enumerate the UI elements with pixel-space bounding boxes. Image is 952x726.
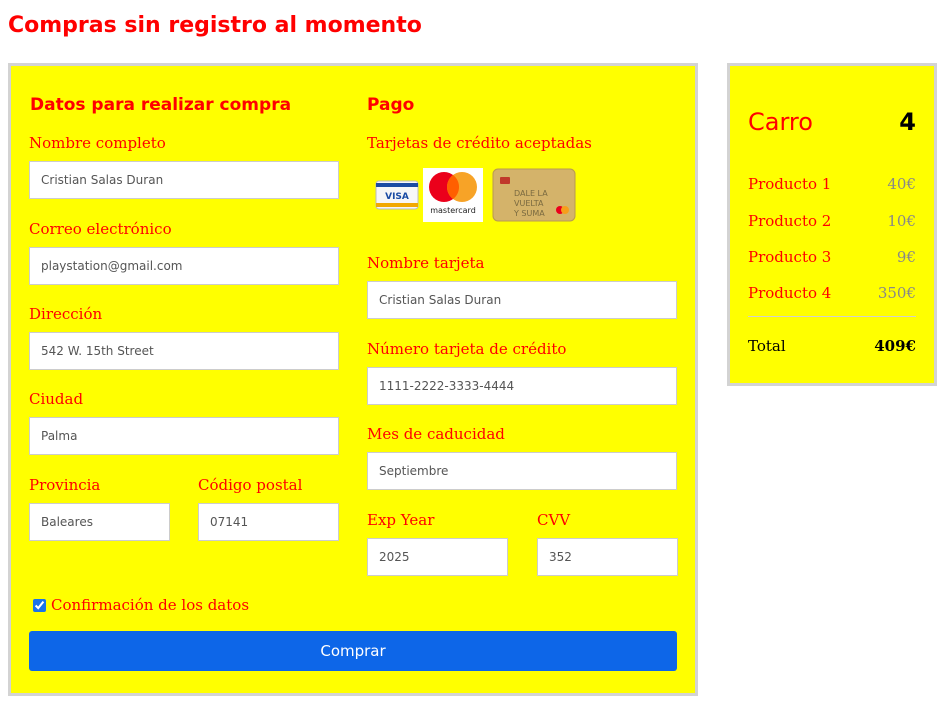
- zip-field[interactable]: [198, 503, 339, 541]
- cart-title: Carro: [748, 108, 813, 136]
- cart-item-name[interactable]: Producto 2: [748, 212, 831, 230]
- cart-item-name[interactable]: Producto 1: [748, 175, 831, 193]
- card-number-label: Número tarjeta de crédito: [367, 340, 567, 358]
- city-label: Ciudad: [29, 390, 84, 408]
- cvv-label: CVV: [537, 511, 571, 529]
- email-label: Correo electrónico: [29, 220, 172, 238]
- exp-year-label: Exp Year: [367, 511, 435, 529]
- cart-total-value: 409€: [874, 337, 916, 355]
- visa-text: VISA: [385, 192, 409, 202]
- cart-item-price: 350€: [877, 284, 916, 302]
- province-field[interactable]: [29, 503, 170, 541]
- cart-panel: Carro 4 Producto 1 40€ Producto 2 10€ Pr…: [727, 63, 937, 386]
- card-name-field[interactable]: [367, 281, 677, 319]
- cart-item-price: 40€: [887, 175, 916, 193]
- card-name-label: Nombre tarjeta: [367, 254, 485, 272]
- exp-year-field[interactable]: [367, 538, 508, 576]
- cart-item-name[interactable]: Producto 3: [748, 248, 831, 266]
- gold-card-icon: DALE LA VUELTA Y SUMA: [492, 168, 576, 222]
- confirm-checkbox[interactable]: [33, 599, 46, 612]
- cvv-field[interactable]: [537, 538, 678, 576]
- cart-count-badge: 4: [899, 108, 916, 136]
- checkout-form-panel: Datos para realizar compra Pago Nombre c…: [8, 63, 698, 696]
- mastercard-card-icon: mastercard: [423, 168, 483, 222]
- province-label: Provincia: [29, 476, 101, 494]
- accepted-cards-label: Tarjetas de crédito aceptadas: [367, 134, 592, 152]
- svg-text:VUELTA: VUELTA: [514, 199, 544, 208]
- zip-label: Código postal: [198, 476, 303, 494]
- cart-item-name[interactable]: Producto 4: [748, 284, 831, 302]
- full-name-field[interactable]: [29, 161, 339, 199]
- billing-heading: Datos para realizar compra: [30, 95, 292, 115]
- cart-item-price: 9€: [896, 248, 916, 266]
- cart-total-label: Total: [748, 337, 786, 355]
- city-field[interactable]: [29, 417, 339, 455]
- exp-month-field[interactable]: [367, 452, 677, 490]
- page-title: Compras sin registro al momento: [8, 13, 422, 38]
- payment-heading: Pago: [367, 95, 415, 115]
- svg-text:Y SUMA: Y SUMA: [513, 209, 545, 218]
- mastercard-text: mastercard: [430, 206, 476, 215]
- cart-divider: [748, 316, 916, 317]
- cart-item-price: 10€: [887, 212, 916, 230]
- address-field[interactable]: [29, 332, 339, 370]
- visa-card-icon: VISA: [375, 180, 419, 210]
- buy-button[interactable]: Comprar: [29, 631, 677, 671]
- name-label: Nombre completo: [29, 134, 166, 152]
- email-field[interactable]: [29, 247, 339, 285]
- exp-month-label: Mes de caducidad: [367, 425, 505, 443]
- card-number-field[interactable]: [367, 367, 677, 405]
- confirm-label[interactable]: Confirmación de los datos: [51, 596, 249, 614]
- address-label: Dirección: [29, 305, 103, 323]
- svg-text:DALE LA: DALE LA: [514, 189, 548, 198]
